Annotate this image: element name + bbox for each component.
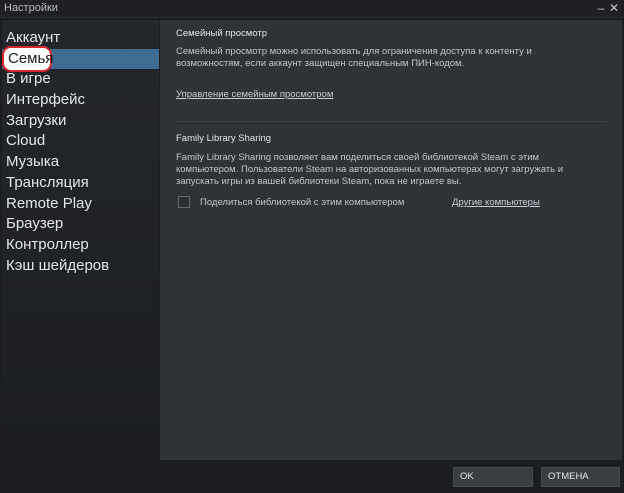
minimize-icon[interactable]: – [594,0,608,16]
sidebar-item-broadcasting[interactable]: Трансляция [2,173,159,194]
close-icon[interactable]: ✕ [607,0,621,16]
sidebar-item-downloads[interactable]: Загрузки [2,111,159,132]
settings-content: Семейный просмотр Семейный просмотр можн… [160,20,622,460]
other-computers-link[interactable]: Другие компьютеры [452,197,540,208]
sidebar-item-in-game[interactable]: В игре [2,69,159,90]
family-view-title: Семейный просмотр [176,28,267,39]
settings-sidebar: Аккаунт Семья В игре Интерфейс Загрузки … [2,20,159,460]
family-sharing-description-line3: запускать игры из вашей библиотеки Steam… [176,176,462,187]
sidebar-item-remote-play[interactable]: Remote Play [2,194,159,215]
sidebar-item-family[interactable]: Семья [2,45,159,72]
sidebar-item-music[interactable]: Музыка [2,152,159,173]
sidebar-item-browser[interactable]: Браузер [2,214,159,235]
cancel-button[interactable]: ОТМЕНА [541,467,620,487]
dialog-footer: OK ОТМЕНА [0,460,624,493]
section-divider [176,121,606,122]
sidebar-item-cloud[interactable]: Cloud [2,131,159,152]
family-sharing-title: Family Library Sharing [176,133,272,144]
family-sharing-description-line2: компьютером. Пользователи Steam на автор… [176,164,564,175]
window-title: Настройки [4,2,58,14]
sidebar-item-label: Семья [8,49,54,67]
family-sharing-description-line1: Family Library Sharing позволяет вам под… [176,152,540,163]
sidebar-item-controller[interactable]: Контроллер [2,235,159,256]
manage-family-view-link[interactable]: Управление семейным просмотром [176,89,333,100]
family-view-description-line2: возможностям, если аккаунт защищен специ… [176,58,465,69]
share-library-checkbox[interactable] [178,196,190,208]
title-bar: Настройки – ✕ [0,0,624,18]
ok-button[interactable]: OK [453,467,533,487]
share-library-label[interactable]: Поделиться библиотекой с этим компьютеро… [200,197,404,208]
sidebar-item-shader-cache[interactable]: Кэш шейдеров [2,256,159,277]
sidebar-item-interface[interactable]: Интерфейс [2,90,159,111]
family-view-description-line1: Семейный просмотр можно использовать для… [176,46,532,57]
